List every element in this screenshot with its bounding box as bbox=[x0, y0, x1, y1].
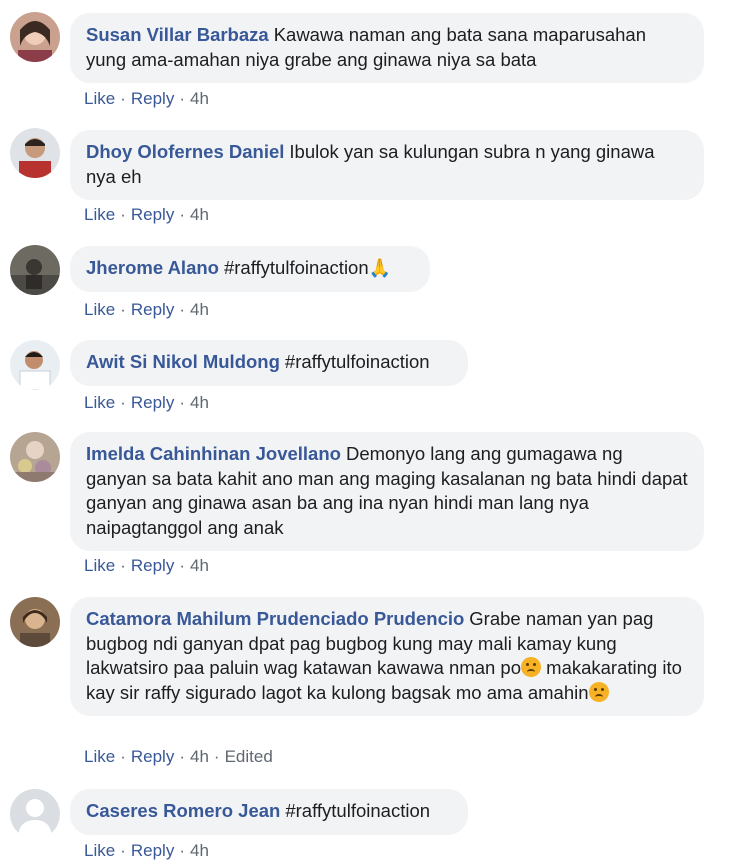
like-link[interactable]: Like bbox=[84, 89, 115, 108]
comment-text: #raffytulfoinaction bbox=[223, 257, 369, 278]
timestamp[interactable]: 4h bbox=[190, 393, 209, 412]
comment-author[interactable]: Dhoy Olofernes Daniel bbox=[86, 141, 284, 162]
like-link[interactable]: Like bbox=[84, 747, 115, 766]
comment-actions: Like · Reply · 4h bbox=[84, 841, 209, 860]
comment-text: #raffytulfoinaction bbox=[284, 351, 430, 372]
comment-bubble: Caseres Romero Jean #raffytulfoinaction bbox=[70, 789, 468, 835]
like-link[interactable]: Like bbox=[84, 556, 115, 575]
reply-link[interactable]: Reply bbox=[131, 747, 174, 766]
avatar[interactable] bbox=[10, 245, 60, 295]
like-link[interactable]: Like bbox=[84, 205, 115, 224]
like-link[interactable]: Like bbox=[84, 300, 115, 319]
comment-actions: Like · Reply · 4h bbox=[84, 393, 209, 412]
pray-emoji: 🙏 bbox=[368, 258, 392, 278]
comment-author[interactable]: Susan Villar Barbaza bbox=[86, 24, 269, 45]
comment-bubble: Dhoy Olofernes Daniel Ibulok yan sa kulun… bbox=[70, 130, 704, 200]
reply-link[interactable]: Reply bbox=[131, 393, 174, 412]
avatar[interactable] bbox=[10, 789, 60, 839]
comment-author[interactable]: Caseres Romero Jean bbox=[86, 800, 280, 821]
comment-bubble: Susan Villar Barbaza Kawawa naman ang bat… bbox=[70, 13, 704, 83]
comment-actions: Like · Reply · 4h bbox=[84, 300, 209, 319]
comment-author[interactable]: Imelda Cahinhinan Jovellano bbox=[86, 443, 341, 464]
avatar[interactable] bbox=[10, 432, 60, 482]
comment-bubble: Catamora Mahilum Prudenciado Prudencio Gr… bbox=[70, 597, 704, 716]
comment-author[interactable]: Catamora Mahilum Prudenciado Prudencio bbox=[86, 608, 464, 629]
comment-actions: Like · Reply · 4h bbox=[84, 89, 209, 108]
timestamp[interactable]: 4h bbox=[190, 89, 209, 108]
sad-face-emoji bbox=[521, 657, 542, 677]
avatar[interactable] bbox=[10, 340, 60, 390]
avatar[interactable] bbox=[10, 12, 60, 62]
like-link[interactable]: Like bbox=[84, 841, 115, 860]
timestamp[interactable]: 4h bbox=[190, 556, 209, 575]
avatar[interactable] bbox=[10, 597, 60, 647]
comment-author[interactable]: Awit Si Nikol Muldong bbox=[86, 351, 280, 372]
edited-label[interactable]: Edited bbox=[225, 747, 273, 766]
timestamp[interactable]: 4h bbox=[190, 300, 209, 319]
like-link[interactable]: Like bbox=[84, 393, 115, 412]
timestamp[interactable]: 4h bbox=[190, 205, 209, 224]
comment-actions: Like · Reply · 4h bbox=[84, 556, 209, 575]
timestamp[interactable]: 4h bbox=[190, 841, 209, 860]
reply-link[interactable]: Reply bbox=[131, 841, 174, 860]
comment-actions: Like · Reply · 4h bbox=[84, 205, 209, 224]
comment-bubble: Imelda Cahinhinan Jovellano Demonyo lang … bbox=[70, 432, 704, 551]
reply-link[interactable]: Reply bbox=[131, 205, 174, 224]
comment-text: #raffytulfoinaction bbox=[285, 800, 431, 821]
comment-bubble: Jherome Alano #raffytulfoinaction🙏 bbox=[70, 246, 430, 292]
reply-link[interactable]: Reply bbox=[131, 300, 174, 319]
reply-link[interactable]: Reply bbox=[131, 89, 174, 108]
comment-actions: Like · Reply · 4h · Edited bbox=[84, 747, 273, 766]
comment-bubble: Awit Si Nikol Muldong #raffytulfoinaction bbox=[70, 340, 468, 386]
sad-face-emoji bbox=[588, 681, 609, 702]
reply-link[interactable]: Reply bbox=[131, 556, 174, 575]
timestamp[interactable]: 4h bbox=[190, 747, 209, 766]
avatar[interactable] bbox=[10, 128, 60, 178]
comment-author[interactable]: Jherome Alano bbox=[86, 257, 219, 278]
